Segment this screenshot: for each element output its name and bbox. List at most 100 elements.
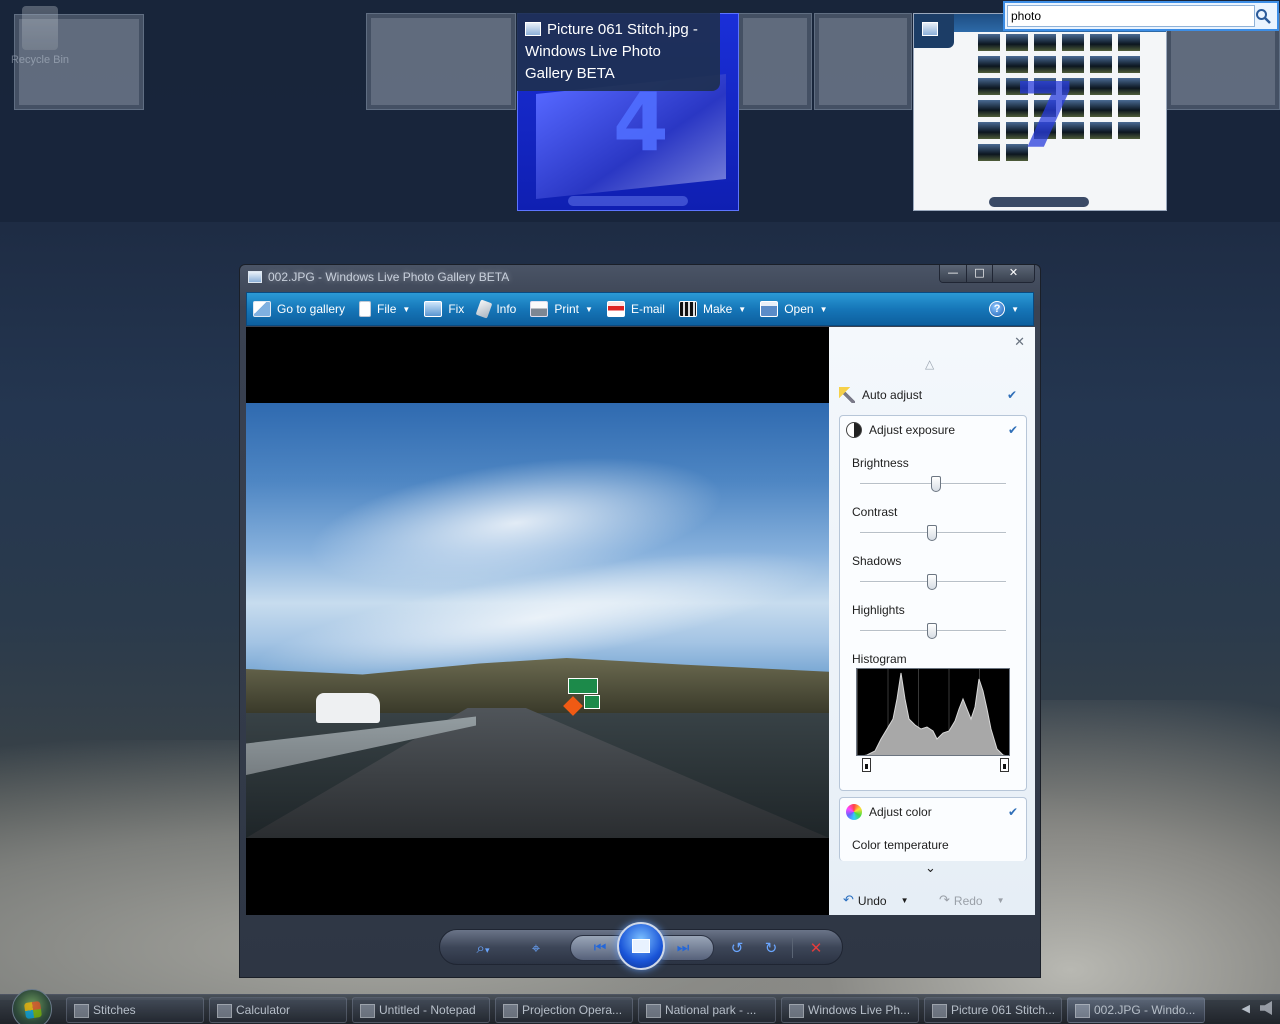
window-thumbnail[interactable]: [814, 13, 912, 110]
auto-adjust-label: Auto adjust: [862, 388, 923, 402]
slide-show-button[interactable]: [617, 922, 665, 970]
slide-show-icon: [632, 939, 650, 953]
histogram-black-point-handle[interactable]: [862, 758, 871, 772]
dropdown-caret-icon: ▾: [484, 946, 490, 956]
toolbar-label: Print: [554, 302, 580, 316]
control-divider: [792, 938, 793, 958]
volume-icon[interactable]: [1260, 1001, 1272, 1015]
auto-adjust-button[interactable]: Auto adjust ✔: [839, 387, 1025, 403]
window-thumbnail[interactable]: [14, 14, 144, 110]
window-thumbnail[interactable]: [738, 13, 812, 110]
toolbar-label: E-mail: [630, 302, 665, 316]
thumbnail-controls: [989, 197, 1089, 207]
highlights-slider[interactable]: [860, 623, 1006, 639]
window-title: 002.JPG - Windows Live Photo Gallery BET…: [268, 270, 510, 284]
rotate-clockwise-button[interactable]: ↻: [760, 939, 782, 957]
maximize-button[interactable]: □: [966, 265, 992, 282]
taskbar-button[interactable]: Untitled - Notepad: [352, 997, 490, 1023]
file-menu-button[interactable]: File ▼: [359, 301, 410, 317]
checkmark-icon: ✔: [1007, 423, 1018, 437]
previous-icon: ⏮: [593, 940, 607, 956]
dropdown-caret-icon: ▼: [819, 304, 828, 314]
open-icon: [760, 301, 779, 317]
photo-gallery-window: 002.JPG - Windows Live Photo Gallery BET…: [239, 264, 1041, 978]
dropdown-caret-icon: ▼: [402, 304, 411, 314]
toolbar: Go to gallery File ▼ Fix Info Print ▼ E-…: [246, 292, 1034, 326]
slider-thumb[interactable]: [926, 623, 937, 639]
scroll-down-icon[interactable]: ⌄: [925, 861, 936, 876]
taskbar-button[interactable]: 002.JPG - Windo...: [1067, 997, 1205, 1023]
shadows-label: Shadows: [852, 554, 902, 568]
undo-label: Undo: [857, 893, 887, 908]
taskbar-button[interactable]: National park - ...: [638, 997, 776, 1023]
search-box: [1003, 1, 1279, 31]
undo-button[interactable]: ↶ Undo ▼: [843, 893, 909, 908]
open-menu-button[interactable]: Open ▼: [760, 301, 828, 317]
title-bar[interactable]: 002.JPG - Windows Live Photo Gallery BET…: [240, 265, 1040, 289]
fix-button[interactable]: Fix: [424, 301, 464, 317]
tooltip-text: Picture 061 Stitch.jpg - Windows Live Ph…: [525, 21, 698, 82]
email-button[interactable]: E-mail: [606, 301, 665, 317]
film-icon: [678, 301, 697, 317]
adjust-color-label: Adjust color: [869, 805, 932, 819]
slider-thumb[interactable]: [926, 574, 937, 590]
photo-gallery-icon: [914, 14, 954, 48]
actual-size-button[interactable]: ⌖: [524, 939, 548, 957]
taskbar-button[interactable]: Stitches: [66, 997, 204, 1023]
panel-close-icon[interactable]: ✕: [1014, 335, 1025, 350]
highlights-label: Highlights: [852, 603, 905, 617]
redo-button[interactable]: ↷ Redo ▼: [939, 893, 1005, 908]
contrast-label: Contrast: [852, 505, 898, 519]
close-button[interactable]: ✕: [992, 265, 1034, 282]
shadows-slider[interactable]: [860, 574, 1006, 590]
toolbar-label: Info: [496, 302, 517, 316]
adjust-color-section: Adjust color ✔ Color temperature: [839, 797, 1027, 861]
printer-icon: [530, 301, 549, 317]
color-wheel-icon: [846, 804, 862, 820]
start-button[interactable]: [12, 989, 52, 1024]
histogram: [856, 668, 1010, 756]
taskbar-button[interactable]: Projection Opera...: [495, 997, 633, 1023]
adjust-exposure-label: Adjust exposure: [869, 423, 956, 437]
brightness-slider[interactable]: [860, 476, 1006, 492]
info-button[interactable]: Info: [475, 299, 517, 319]
photo-image: [246, 403, 829, 838]
histogram-white-point-handle[interactable]: [1000, 758, 1009, 772]
taskbar-button[interactable]: Calculator: [209, 997, 347, 1023]
info-tag-icon: [475, 299, 493, 319]
redo-label: Redo: [953, 893, 983, 908]
fix-panel: ✕ △ Auto adjust ✔ Adjust exposure ✔ Brig…: [829, 327, 1035, 915]
contrast-slider[interactable]: [860, 525, 1006, 541]
search-input[interactable]: [1007, 5, 1255, 27]
magnifier-icon[interactable]: [1255, 8, 1271, 24]
photo-viewer[interactable]: [246, 327, 829, 915]
slider-thumb[interactable]: [926, 525, 937, 541]
taskbar-button[interactable]: Picture 061 Stitch...: [924, 997, 1062, 1023]
adjust-exposure-section: Adjust exposure ✔ Brightness Contrast Sh…: [839, 415, 1027, 791]
minimize-button[interactable]: —: [940, 265, 966, 282]
scroll-up-icon[interactable]: △: [925, 357, 934, 371]
show-hidden-icons-icon[interactable]: ◀: [1242, 1002, 1250, 1015]
color-temperature-label: Color temperature: [852, 838, 949, 852]
adjust-color-header[interactable]: Adjust color ✔: [846, 804, 1020, 820]
window-switcher: Recycle Bin 4 Picture 061 Stitch.jpg - W…: [0, 0, 1280, 222]
slider-thumb[interactable]: [930, 476, 941, 492]
taskbar-button[interactable]: Windows Live Ph...: [781, 997, 919, 1023]
rotate-counterclockwise-button[interactable]: ↺: [726, 939, 748, 957]
dropdown-caret-icon[interactable]: ▼: [997, 896, 1005, 905]
help-icon: ?: [989, 301, 1006, 317]
adjust-exposure-header[interactable]: Adjust exposure ✔: [846, 422, 1020, 438]
delete-button[interactable]: ✕: [804, 939, 828, 957]
go-to-gallery-button[interactable]: Go to gallery: [253, 301, 345, 317]
fit-to-window-icon: ⌖: [531, 939, 541, 957]
viewer-controls: ⌕▾ ⌖ ⏮ ⏭ ↺ ↻ ✕: [439, 922, 843, 970]
window-controls: — □ ✕: [939, 265, 1035, 283]
zoom-button[interactable]: ⌕▾: [466, 939, 500, 957]
make-menu-button[interactable]: Make ▼: [678, 301, 746, 317]
window-thumbnail-gallery[interactable]: 7: [913, 13, 1167, 211]
help-menu-button[interactable]: ? ▼: [989, 301, 1019, 317]
window-thumbnail[interactable]: [366, 13, 516, 110]
print-menu-button[interactable]: Print ▼: [530, 301, 593, 317]
dropdown-caret-icon[interactable]: ▼: [901, 896, 909, 905]
next-icon: ⏭: [676, 940, 690, 956]
